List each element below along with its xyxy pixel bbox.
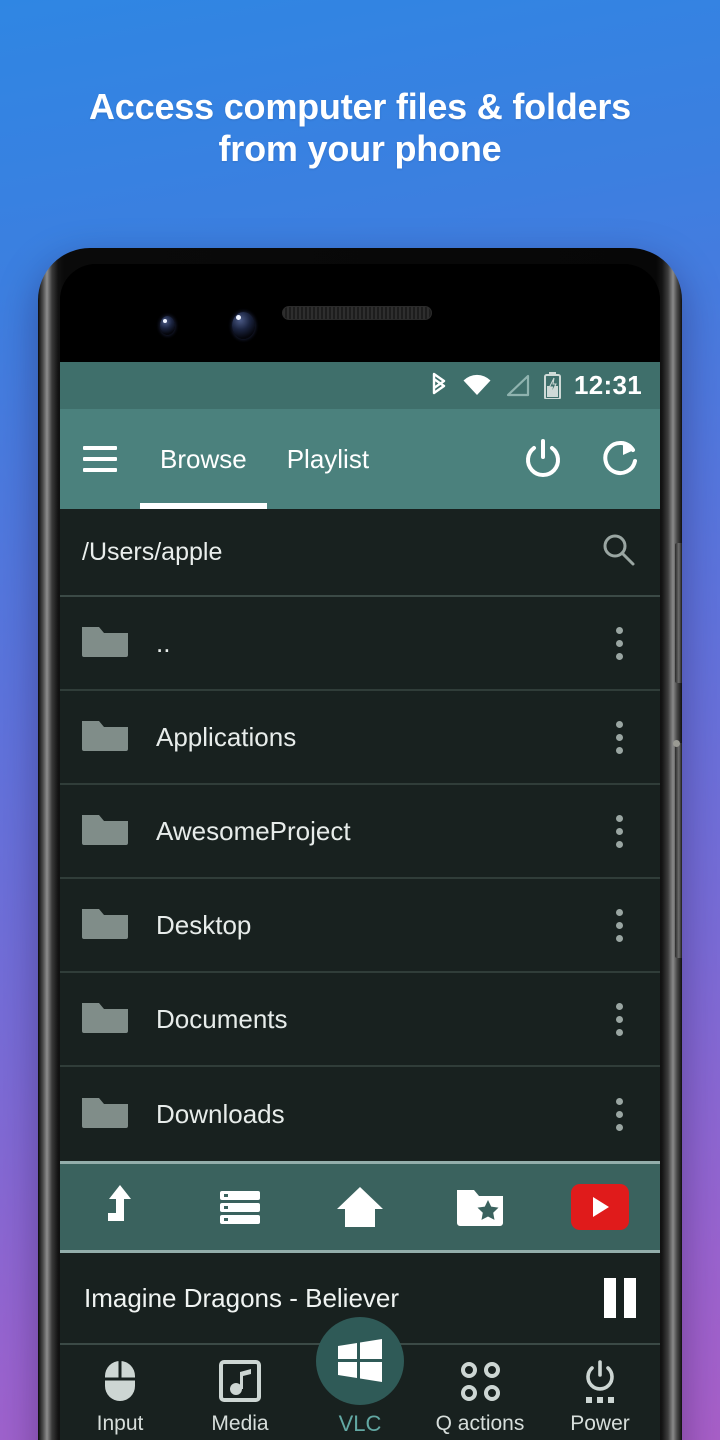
file-name: AwesomeProject	[156, 815, 351, 846]
overflow-menu-icon[interactable]	[596, 814, 642, 848]
phone-side-button-volume[interactable]	[675, 543, 682, 683]
nav-item-input[interactable]: Input	[60, 1359, 180, 1436]
front-camera-icon	[160, 316, 175, 335]
file-list: .. Applications AwesomeProject Desktop D…	[60, 597, 660, 1161]
youtube-play-icon[interactable]	[540, 1184, 660, 1230]
promo-headline-line2: from your phone	[218, 128, 502, 170]
nav-label: Input	[96, 1412, 144, 1435]
nav-label: VLC	[338, 1411, 382, 1436]
folder-icon	[80, 1092, 130, 1137]
overflow-menu-icon[interactable]	[596, 908, 642, 942]
tab-playlist[interactable]: Playlist	[267, 409, 389, 509]
promo-headline-line1: Access computer files & folders	[89, 86, 631, 127]
power-icon[interactable]	[504, 437, 582, 481]
signal-icon	[505, 374, 531, 397]
file-name: ..	[156, 627, 171, 658]
folder-icon	[80, 621, 130, 666]
current-path[interactable]: /Users/apple	[82, 538, 600, 567]
nav-item-vlc[interactable]: VLC	[300, 1317, 420, 1437]
phone-side-button-power[interactable]	[675, 743, 682, 958]
table-row[interactable]: Applications	[60, 691, 660, 785]
windows-logo-icon[interactable]	[316, 1317, 404, 1405]
overflow-menu-icon[interactable]	[596, 1097, 642, 1131]
nav-label: Power	[570, 1412, 630, 1435]
music-note-icon	[219, 1359, 261, 1403]
tab-browse[interactable]: Browse	[140, 409, 267, 509]
nav-item-media[interactable]: Media	[180, 1359, 300, 1436]
search-icon[interactable]	[600, 531, 638, 574]
browser-toolbar	[60, 1161, 660, 1253]
overflow-menu-icon[interactable]	[596, 720, 642, 754]
path-bar[interactable]: /Users/apple	[60, 509, 660, 597]
promo-headline: Access computer files & folders from you…	[0, 86, 720, 171]
bluetooth-icon	[429, 372, 449, 400]
table-row[interactable]: Downloads	[60, 1067, 660, 1161]
table-row[interactable]: Desktop	[60, 879, 660, 973]
folder-icon	[80, 715, 130, 760]
up-arrow-icon[interactable]	[60, 1183, 180, 1231]
now-playing-title: Imagine Dragons - Believer	[84, 1282, 400, 1313]
file-name: Desktop	[156, 909, 252, 940]
nav-item-q-actions[interactable]: Q actions	[420, 1359, 540, 1436]
status-clock: 12:31	[574, 370, 642, 400]
refresh-icon[interactable]	[582, 437, 660, 481]
wifi-icon	[462, 374, 492, 398]
power-options-icon	[582, 1359, 618, 1403]
table-row[interactable]: Documents	[60, 973, 660, 1067]
bottom-navigation: Input Media VLC Q actions Power	[60, 1317, 660, 1440]
table-row[interactable]: AwesomeProject	[60, 785, 660, 879]
app-bar: Browse Playlist	[60, 409, 660, 509]
phone-mockup: 12:31 Browse Playlist /Users/apple .. Ap…	[38, 248, 682, 1440]
overflow-menu-icon[interactable]	[596, 626, 642, 660]
nav-item-power[interactable]: Power	[540, 1359, 660, 1436]
folder-icon	[80, 997, 130, 1042]
file-name: Downloads	[156, 1098, 285, 1129]
mouse-icon	[103, 1359, 137, 1403]
table-row[interactable]: ..	[60, 597, 660, 691]
hamburger-menu-icon[interactable]	[60, 446, 140, 472]
pause-icon[interactable]	[604, 1278, 636, 1318]
home-icon[interactable]	[300, 1184, 420, 1230]
file-name: Applications	[156, 721, 297, 752]
folder-star-icon[interactable]	[420, 1186, 540, 1228]
folder-icon	[80, 903, 130, 948]
list-icon[interactable]	[180, 1185, 300, 1229]
battery-charging-icon	[544, 372, 561, 399]
phone-side-button-marker	[673, 740, 680, 747]
folder-icon	[80, 809, 130, 854]
earpiece-speaker	[282, 306, 432, 320]
phone-top-bezel	[60, 264, 660, 362]
phone-screen: 12:31 Browse Playlist /Users/apple .. Ap…	[60, 362, 660, 1440]
status-bar: 12:31	[60, 362, 660, 409]
front-camera-secondary-icon	[232, 312, 255, 339]
four-dots-icon	[460, 1359, 500, 1403]
nav-label: Q actions	[435, 1412, 525, 1435]
overflow-menu-icon[interactable]	[596, 1002, 642, 1036]
file-name: Documents	[156, 1003, 288, 1034]
nav-label: Media	[211, 1412, 269, 1435]
